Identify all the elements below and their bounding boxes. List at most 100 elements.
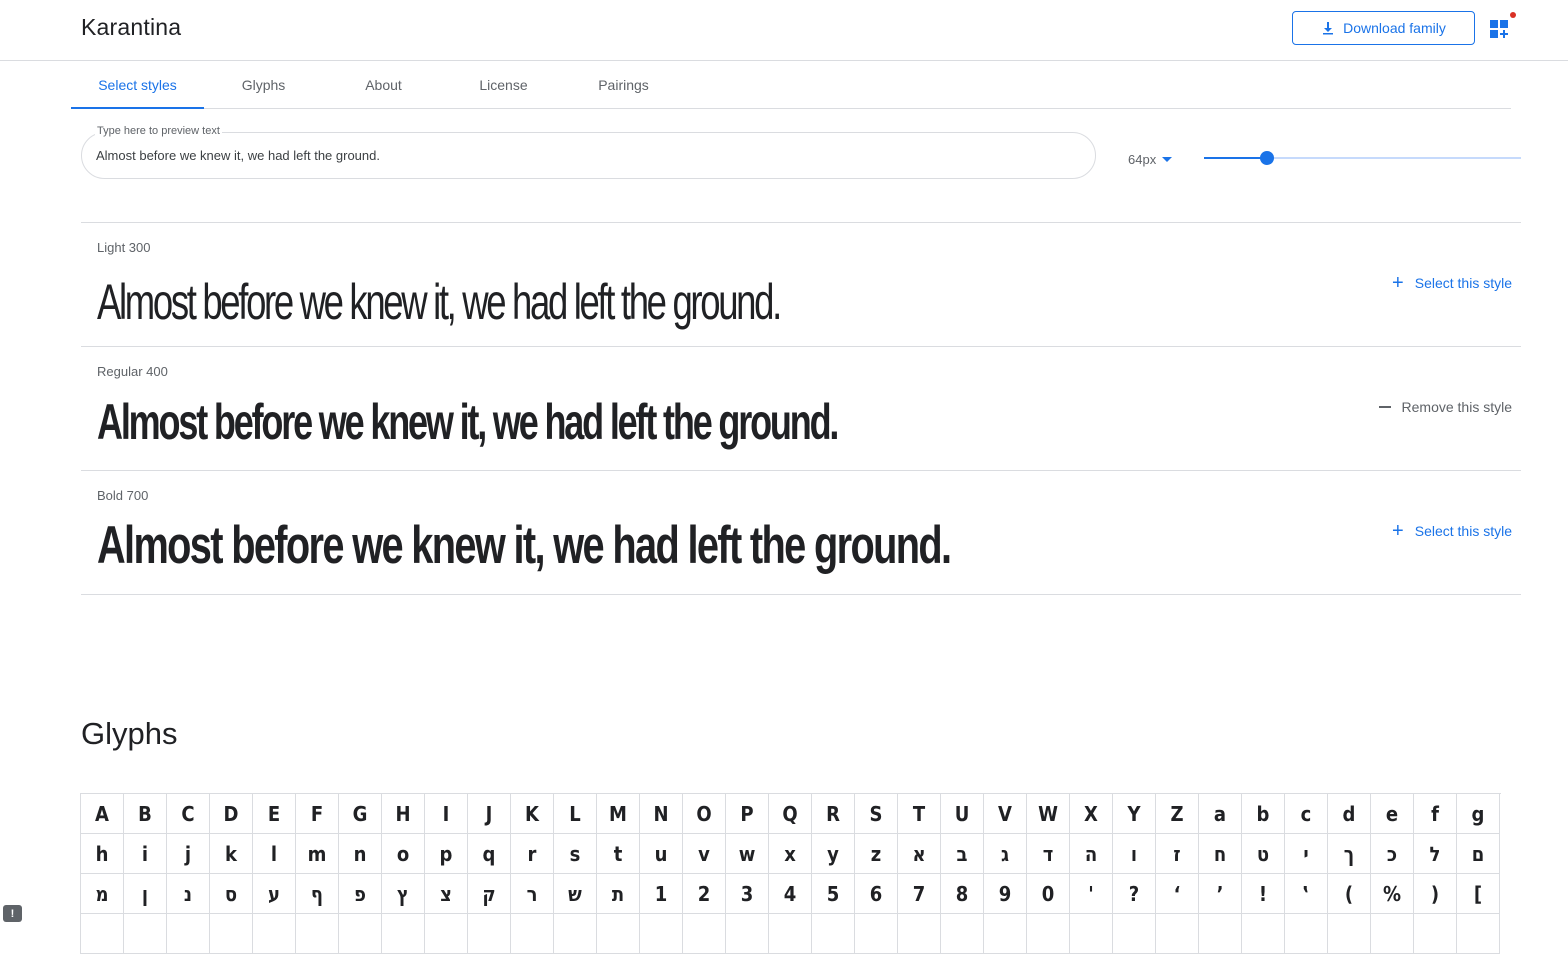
glyph-cell[interactable] <box>1113 914 1156 954</box>
glyph-cell[interactable]: ס <box>210 874 253 914</box>
glyph-cell[interactable]: 3 <box>726 874 769 914</box>
glyph-cell[interactable]: H <box>382 794 425 834</box>
preview-text-input[interactable] <box>96 133 1076 178</box>
glyph-cell[interactable] <box>1242 914 1285 954</box>
glyph-cell[interactable] <box>210 914 253 954</box>
glyph-cell[interactable]: x <box>769 834 812 874</box>
glyph-cell[interactable]: w <box>726 834 769 874</box>
glyph-cell[interactable]: ו <box>1113 834 1156 874</box>
glyph-cell[interactable]: d <box>1328 794 1371 834</box>
glyph-cell[interactable]: % <box>1371 874 1414 914</box>
glyph-cell[interactable] <box>855 914 898 954</box>
glyph-cell[interactable]: c <box>1285 794 1328 834</box>
font-size-slider-thumb[interactable] <box>1260 151 1275 165</box>
glyph-cell[interactable]: ל <box>1414 834 1457 874</box>
glyph-cell[interactable]: ) <box>1414 874 1457 914</box>
glyph-cell[interactable]: ! <box>1242 874 1285 914</box>
feedback-button[interactable]: ! <box>3 905 22 922</box>
glyph-cell[interactable] <box>1156 914 1199 954</box>
glyph-cell[interactable] <box>1414 914 1457 954</box>
tab-license[interactable]: License <box>444 61 563 108</box>
glyph-cell[interactable]: 2 <box>683 874 726 914</box>
select-style-button[interactable]: + Select this style <box>1392 521 1512 541</box>
glyph-cell[interactable]: p <box>425 834 468 874</box>
glyph-cell[interactable] <box>382 914 425 954</box>
glyph-cell[interactable]: ? <box>1113 874 1156 914</box>
glyph-cell[interactable]: ך <box>1328 834 1371 874</box>
glyph-cell[interactable]: ד <box>1027 834 1070 874</box>
glyph-cell[interactable]: I <box>425 794 468 834</box>
glyph-cell[interactable] <box>511 914 554 954</box>
glyph-cell[interactable]: ר <box>511 874 554 914</box>
glyph-cell[interactable]: g <box>1457 794 1500 834</box>
glyph-cell[interactable]: ’ <box>1199 874 1242 914</box>
glyph-cell[interactable]: E <box>253 794 296 834</box>
glyph-cell[interactable] <box>296 914 339 954</box>
glyph-cell[interactable]: ‛ <box>1285 874 1328 914</box>
glyph-cell[interactable] <box>253 914 296 954</box>
glyph-cell[interactable]: ת <box>597 874 640 914</box>
glyph-cell[interactable]: א <box>898 834 941 874</box>
glyph-cell[interactable]: ( <box>1328 874 1371 914</box>
glyph-cell[interactable] <box>726 914 769 954</box>
glyph-cell[interactable]: 7 <box>898 874 941 914</box>
glyph-cell[interactable]: n <box>339 834 382 874</box>
glyph-cell[interactable]: ' <box>1070 874 1113 914</box>
glyph-cell[interactable] <box>468 914 511 954</box>
glyph-cell[interactable]: b <box>1242 794 1285 834</box>
glyph-cell[interactable]: פ <box>339 874 382 914</box>
preview-text-field[interactable] <box>81 132 1096 179</box>
glyph-cell[interactable]: j <box>167 834 210 874</box>
glyph-cell[interactable]: i <box>124 834 167 874</box>
glyph-cell[interactable] <box>769 914 812 954</box>
glyph-cell[interactable]: P <box>726 794 769 834</box>
glyph-cell[interactable]: ז <box>1156 834 1199 874</box>
glyph-cell[interactable]: C <box>167 794 210 834</box>
glyph-cell[interactable] <box>984 914 1027 954</box>
glyph-cell[interactable]: A <box>81 794 124 834</box>
glyph-cell[interactable]: 4 <box>769 874 812 914</box>
glyph-cell[interactable]: m <box>296 834 339 874</box>
glyph-cell[interactable]: י <box>1285 834 1328 874</box>
glyph-cell[interactable] <box>425 914 468 954</box>
glyph-cell[interactable] <box>812 914 855 954</box>
glyph-cell[interactable]: ‘ <box>1156 874 1199 914</box>
glyph-cell[interactable] <box>1457 914 1500 954</box>
glyph-cell[interactable]: ש <box>554 874 597 914</box>
glyph-cell[interactable]: t <box>597 834 640 874</box>
remove-style-button[interactable]: Remove this style <box>1378 399 1512 415</box>
glyph-cell[interactable]: l <box>253 834 296 874</box>
glyph-cell[interactable]: נ <box>167 874 210 914</box>
glyph-cell[interactable]: B <box>124 794 167 834</box>
glyph-cell[interactable] <box>640 914 683 954</box>
glyph-cell[interactable]: r <box>511 834 554 874</box>
tab-pairings[interactable]: Pairings <box>563 61 684 108</box>
glyph-cell[interactable]: u <box>640 834 683 874</box>
glyph-cell[interactable]: ן <box>124 874 167 914</box>
glyph-cell[interactable]: G <box>339 794 382 834</box>
glyph-cell[interactable]: R <box>812 794 855 834</box>
glyph-cell[interactable] <box>1199 914 1242 954</box>
glyph-cell[interactable]: ה <box>1070 834 1113 874</box>
glyph-cell[interactable]: Y <box>1113 794 1156 834</box>
glyph-cell[interactable]: O <box>683 794 726 834</box>
glyph-cell[interactable]: s <box>554 834 597 874</box>
glyph-cell[interactable]: כ <box>1371 834 1414 874</box>
glyph-cell[interactable]: k <box>210 834 253 874</box>
glyph-cell[interactable]: 8 <box>941 874 984 914</box>
glyph-cell[interactable]: f <box>1414 794 1457 834</box>
glyph-cell[interactable] <box>941 914 984 954</box>
glyph-cell[interactable] <box>81 914 124 954</box>
selected-families-button[interactable] <box>1488 12 1516 40</box>
glyph-cell[interactable]: X <box>1070 794 1113 834</box>
glyph-cell[interactable]: V <box>984 794 1027 834</box>
glyph-cell[interactable]: ץ <box>382 874 425 914</box>
font-size-dropdown[interactable]: 64px <box>1128 150 1173 168</box>
glyph-cell[interactable]: 5 <box>812 874 855 914</box>
glyph-cell[interactable]: ב <box>941 834 984 874</box>
glyph-cell[interactable]: 6 <box>855 874 898 914</box>
glyph-cell[interactable]: ף <box>296 874 339 914</box>
glyph-cell[interactable] <box>683 914 726 954</box>
glyph-cell[interactable] <box>1328 914 1371 954</box>
glyph-cell[interactable]: צ <box>425 874 468 914</box>
